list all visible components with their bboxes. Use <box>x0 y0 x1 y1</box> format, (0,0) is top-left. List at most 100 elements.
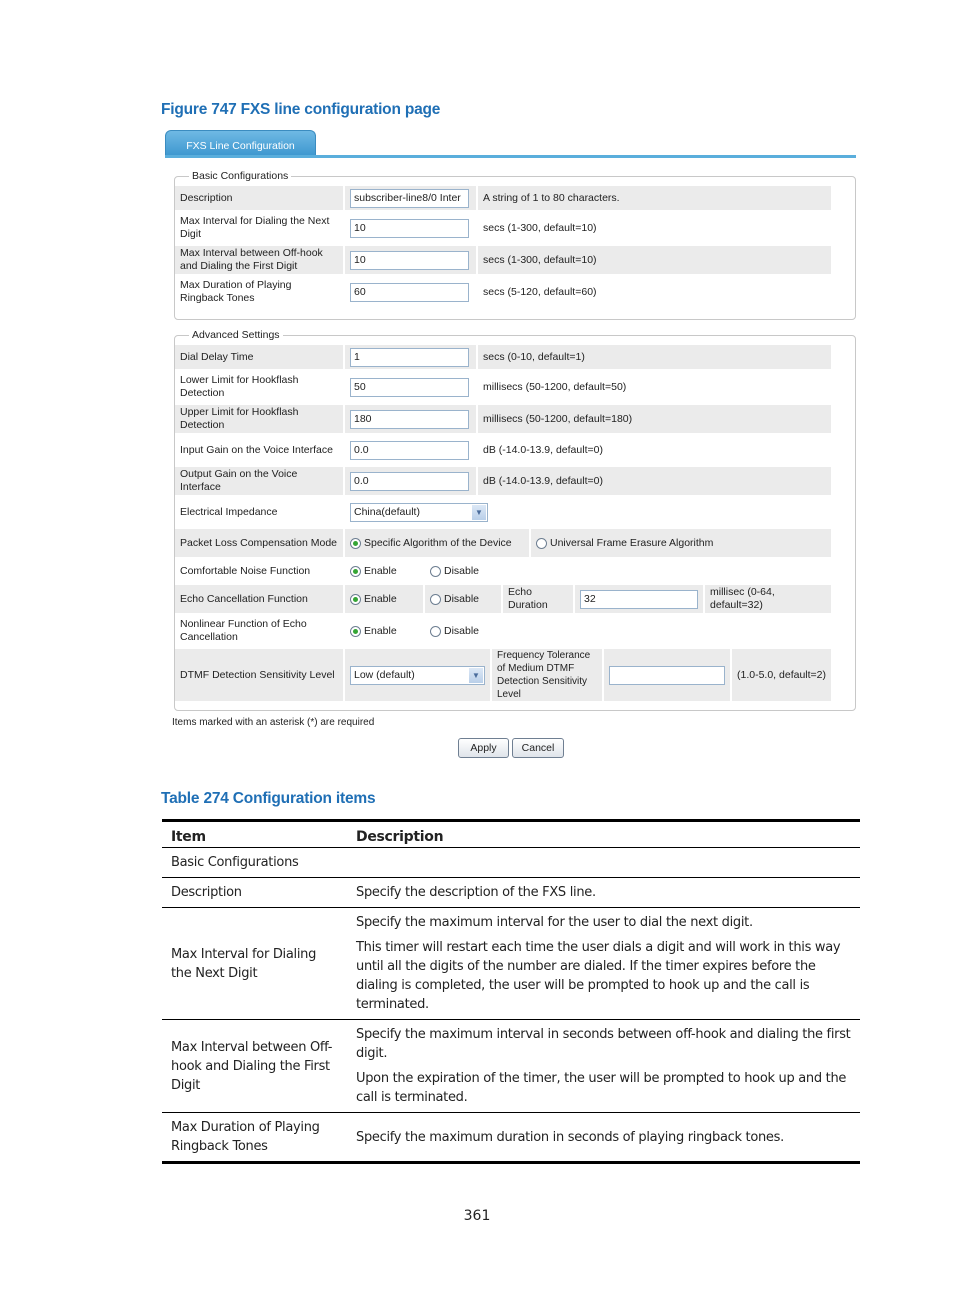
field-hint: secs (5-120, default=60) <box>483 285 597 298</box>
description-paragraph: Upon the expiration of the timer, the us… <box>356 1071 847 1105</box>
table-row: Description Specify the description of t… <box>162 877 860 908</box>
table-row: Basic Configurations <box>162 847 860 878</box>
field-label: Comfortable Noise Function <box>180 564 311 577</box>
input-gain-input[interactable]: 0.0 <box>350 440 469 460</box>
field-hint: dB (-14.0-13.9, default=0) <box>478 467 831 495</box>
field-hint: secs (1-300, default=10) <box>478 246 831 274</box>
echo-duration-label: Echo Duration <box>503 585 573 613</box>
row-dial-delay: Dial Delay Time 1 secs (0-10, default=1) <box>175 345 831 369</box>
item-cell: Description <box>162 877 347 908</box>
cng-enable-radio[interactable]: Enable <box>350 565 397 578</box>
row-comfort-noise: Comfortable Noise Function Enable Disabl… <box>175 559 831 583</box>
radio-unselected-icon <box>430 565 441 577</box>
tolerance-input[interactable] <box>609 665 725 685</box>
page-number: 361 <box>463 1208 491 1224</box>
field-hint: secs (1-300, default=10) <box>483 221 597 234</box>
section-row-label: Basic Configurations <box>162 847 860 878</box>
apply-button[interactable]: Apply <box>458 738 509 758</box>
radio-unselected-icon <box>430 593 441 605</box>
nlp-disable-radio[interactable]: Disable <box>430 625 479 638</box>
description-input[interactable]: subscriber-line8/0 Inter <box>350 188 469 208</box>
hookflash-upper-input[interactable]: 180 <box>350 409 469 429</box>
cng-disable-radio[interactable]: Disable <box>430 565 479 578</box>
max-duration-ringback-input[interactable]: 60 <box>350 282 469 302</box>
field-hint: dB (-14.0-13.9, default=0) <box>483 443 603 456</box>
row-max-duration-ringback: Max Duration of Playing Ringback Tones 6… <box>175 276 831 308</box>
row-packet-loss-compensation: Packet Loss Compensation Mode Specific A… <box>175 529 831 557</box>
radio-selected-icon <box>350 565 361 577</box>
row-nonlinear-echo: Nonlinear Function of Echo Cancellation … <box>175 615 831 647</box>
field-label: Max Duration of Playing Ringback Tones <box>180 279 292 304</box>
table-row: Max Interval between Off-hook and Dialin… <box>162 1019 860 1113</box>
row-max-interval-first-digit: Max Interval between Off-hook and Dialin… <box>175 246 831 274</box>
description-cell: Specify the maximum interval for the use… <box>347 907 860 1020</box>
echo-disable-radio[interactable]: Disable <box>430 593 479 606</box>
radio-label: Enable <box>364 592 397 605</box>
item-cell: Max Interval between Off-hook and Dialin… <box>162 1019 347 1113</box>
field-hint: secs (0-10, default=1) <box>478 345 831 369</box>
dial-delay-input[interactable]: 1 <box>350 347 469 367</box>
radio-selected-icon <box>350 537 361 549</box>
dtmf-sensitivity-select[interactable]: Low (default) ▼ <box>350 665 485 685</box>
field-label: Echo Cancellation Function <box>175 585 343 613</box>
radio-label: Specific Algorithm of the Device <box>364 536 512 549</box>
chevron-down-icon[interactable]: ▼ <box>469 667 483 683</box>
description-paragraph: This timer will restart each time the us… <box>356 940 841 1012</box>
field-label: Nonlinear Function of Echo Cancellation <box>180 618 307 643</box>
echo-enable-radio[interactable]: Enable <box>350 593 397 606</box>
group-legend: Basic Configurations <box>192 170 289 182</box>
field-label: Description <box>175 186 343 210</box>
description-cell: Specify the maximum interval in seconds … <box>347 1019 860 1113</box>
field-hint: millisecs (50-1200, default=180) <box>478 405 831 433</box>
table-header-row: Item Description <box>162 819 860 848</box>
nlp-enable-radio[interactable]: Enable <box>350 625 397 638</box>
electrical-impedance-select[interactable]: China(default) ▼ <box>350 502 488 522</box>
column-header-item: Item <box>162 819 347 848</box>
tolerance-label: Frequency Tolerance of Medium DTMF Detec… <box>492 649 602 701</box>
table-caption: Table 274 Configuration items <box>161 790 376 807</box>
radio-label: Disable <box>444 592 480 605</box>
description-cell: Specify the description of the FXS line. <box>347 877 860 908</box>
description-paragraph: Specify the description of the FXS line. <box>356 885 596 900</box>
tab-fxs-line-configuration[interactable]: FXS Line Configuration <box>165 130 316 156</box>
description-paragraph: Specify the maximum duration in seconds … <box>356 1129 784 1145</box>
plc-specific-algorithm-radio[interactable]: Specific Algorithm of the Device <box>350 537 512 550</box>
select-value: China(default) <box>354 505 420 518</box>
output-gain-input[interactable]: 0.0 <box>350 471 469 491</box>
field-hint: millisec (0-64, default=32) <box>705 585 831 613</box>
field-label: Upper Limit for Hookflash Detection <box>175 405 343 433</box>
row-max-interval-next-digit: Max Interval for Dialing the Next Digit … <box>175 212 831 244</box>
row-dtmf-sensitivity: DTMF Detection Sensitivity Level Low (de… <box>175 649 831 701</box>
field-label: Packet Loss Compensation Mode <box>175 529 343 557</box>
description-cell: Specify the maximum duration in seconds … <box>347 1112 860 1164</box>
field-label: Max Interval for Dialing the Next Digit <box>180 215 330 240</box>
field-label: Dial Delay Time <box>175 345 343 369</box>
chevron-down-icon[interactable]: ▼ <box>472 504 486 520</box>
field-label: Lower Limit for Hookflash Detection <box>180 374 299 399</box>
select-value: Low (default) <box>354 668 415 681</box>
row-output-gain: Output Gain on the Voice Interface 0.0 d… <box>175 467 831 495</box>
item-cell: Max Interval for Dialing the Next Digit <box>162 907 347 1020</box>
plc-universal-frame-erasure-radio[interactable]: Universal Frame Erasure Algorithm <box>536 537 713 550</box>
echo-duration-input[interactable]: 32 <box>580 589 698 609</box>
radio-label: Enable <box>364 624 397 637</box>
max-interval-first-digit-input[interactable]: 10 <box>350 250 469 270</box>
configuration-items-table: Item Description Basic Configurations De… <box>162 819 860 1164</box>
tab-underline <box>165 155 856 158</box>
group-legend: Advanced Settings <box>192 329 280 341</box>
max-interval-next-digit-input[interactable]: 10 <box>350 218 469 238</box>
radio-unselected-icon <box>536 537 547 549</box>
hookflash-lower-input[interactable]: 50 <box>350 377 469 397</box>
table-row: Max Duration of Playing Ringback Tones S… <box>162 1112 860 1164</box>
field-hint: A string of 1 to 80 characters. <box>478 186 831 210</box>
fxs-line-config-screenshot: FXS Line Configuration Basic Configurati… <box>162 130 857 760</box>
radio-label: Universal Frame Erasure Algorithm <box>550 536 714 549</box>
figure-caption: Figure 747 FXS line configuration page <box>161 101 441 118</box>
description-paragraph: Specify the maximum interval in seconds … <box>356 1027 851 1061</box>
row-electrical-impedance: Electrical Impedance China(default) ▼ <box>175 497 831 527</box>
field-label: Electrical Impedance <box>180 505 278 518</box>
field-hint: millisecs (50-1200, default=50) <box>483 380 627 393</box>
description-paragraph: Specify the maximum interval for the use… <box>356 915 753 930</box>
row-echo-cancellation: Echo Cancellation Function Enable Disabl… <box>175 585 831 613</box>
cancel-button[interactable]: Cancel <box>512 738 564 758</box>
